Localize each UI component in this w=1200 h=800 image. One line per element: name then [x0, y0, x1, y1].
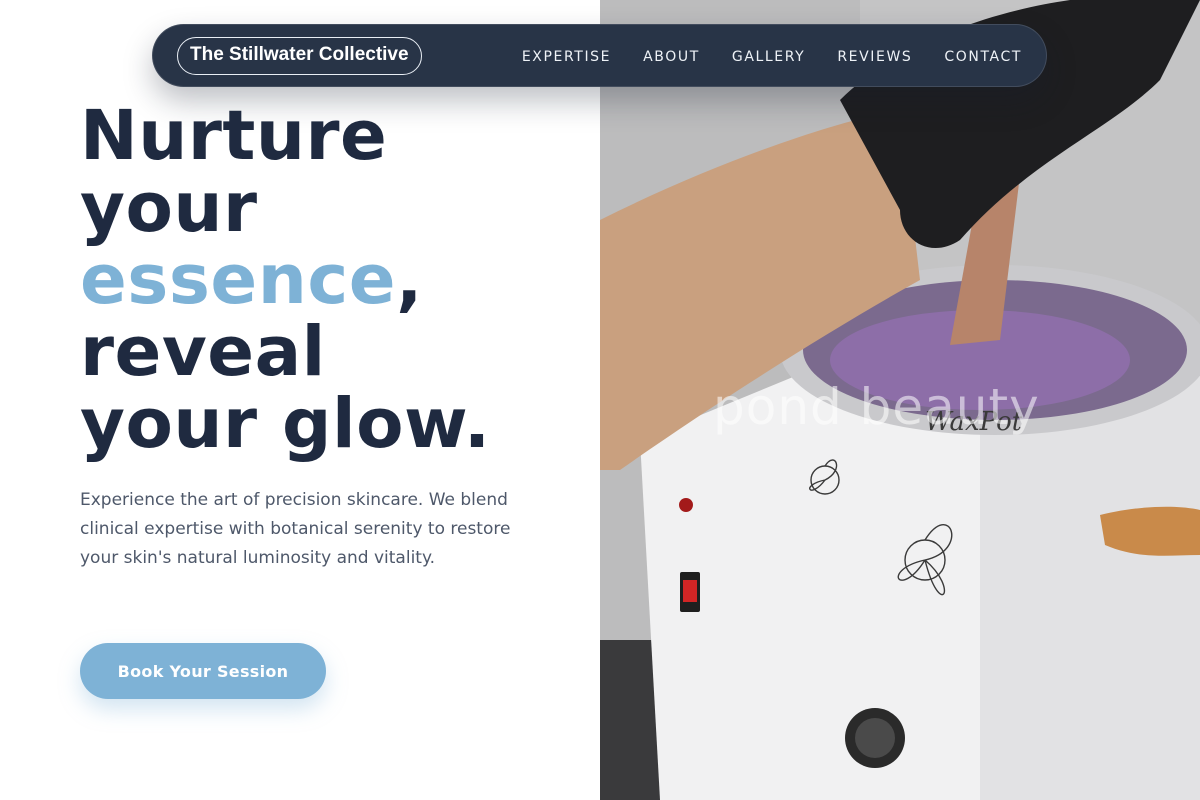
nav-links: EXPERTISE ABOUT GALLERY REVIEWS CONTACT — [522, 25, 1022, 88]
headline-line-3: essence, — [80, 244, 491, 316]
hero-photo-wax-warmer: WaxPot pond beauty — [600, 0, 1200, 800]
nav-link-reviews[interactable]: REVIEWS — [837, 49, 912, 65]
brand-logo-link[interactable]: The Stillwater Collective — [177, 37, 422, 75]
book-session-button[interactable]: Book Your Session — [80, 643, 326, 699]
nav-link-gallery[interactable]: GALLERY — [732, 49, 805, 65]
headline-line-4: reveal — [80, 312, 326, 392]
hero-headline: Nurture your essence, reveal your glow. — [80, 100, 491, 460]
nav-link-about[interactable]: ABOUT — [643, 49, 700, 65]
headline-line-1: Nurture — [80, 96, 388, 176]
headline-line-5: your glow. — [80, 384, 491, 464]
headline-comma: , — [396, 240, 423, 320]
nav-link-expertise[interactable]: EXPERTISE — [522, 49, 611, 65]
photo-watermark: pond beauty — [713, 378, 1040, 436]
headline-line-2: your — [80, 168, 258, 248]
nav-link-contact[interactable]: CONTACT — [944, 49, 1022, 65]
hero-description: Experience the art of precision skincare… — [80, 490, 511, 568]
top-navigation-bar: The Stillwater Collective EXPERTISE ABOU… — [152, 24, 1047, 87]
headline-accent-word: essence — [80, 240, 397, 320]
